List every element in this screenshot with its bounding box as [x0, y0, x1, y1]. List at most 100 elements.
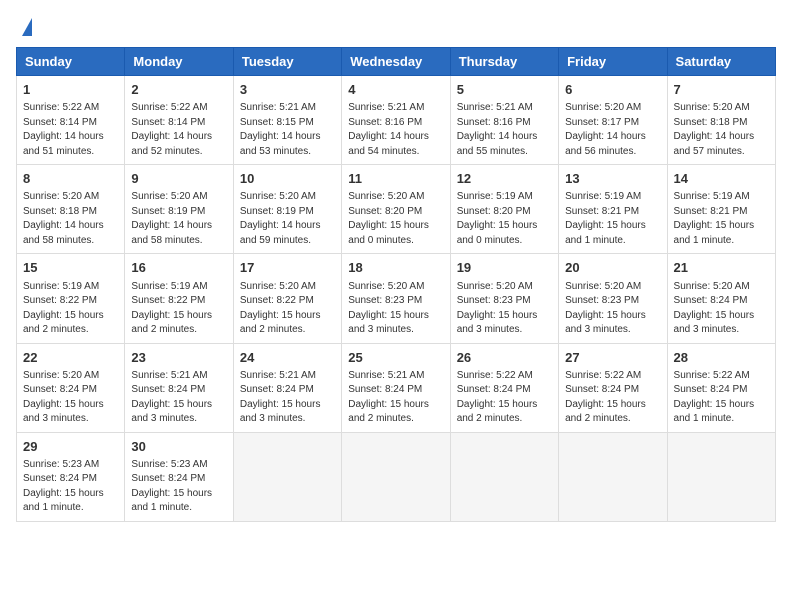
day-number: 21 [674, 259, 769, 277]
day-number: 16 [131, 259, 226, 277]
calendar-cell: 28 Sunrise: 5:22 AMSunset: 8:24 PMDayligh… [667, 343, 775, 432]
day-info: Sunrise: 5:19 AMSunset: 8:22 PMDaylight:… [23, 280, 118, 338]
day-number: 14 [674, 170, 769, 188]
calendar-cell: 20 Sunrise: 5:20 AMSunset: 8:23 PMDayligh… [559, 254, 667, 343]
calendar-cell: 19 Sunrise: 5:20 AMSunset: 8:23 PMDayligh… [450, 254, 558, 343]
day-number: 7 [674, 81, 769, 99]
calendar-cell [233, 432, 341, 521]
calendar-cell: 13Sunrise: 5:19 AMSunset: 8:21 PMDayligh… [559, 165, 667, 254]
day-number: 24 [240, 349, 335, 367]
day-number: 5 [457, 81, 552, 99]
day-number: 8 [23, 170, 118, 188]
day-info: Sunrise: 5:22 AMSunset: 8:24 PMDaylight:… [674, 369, 769, 427]
calendar-cell: 23Sunrise: 5:21 AMSunset: 8:24 PMDayligh… [125, 343, 233, 432]
day-info: Sunrise: 5:23 AMSunset: 8:24 PMDaylight:… [131, 458, 226, 516]
day-number: 10 [240, 170, 335, 188]
calendar-cell: 25 Sunrise: 5:21 AMSunset: 8:24 PMDayligh… [342, 343, 450, 432]
calendar-cell: 4Sunrise: 5:21 AMSunset: 8:16 PMDaylight… [342, 76, 450, 165]
calendar-cell: 8Sunrise: 5:20 AMSunset: 8:18 PMDaylight… [17, 165, 125, 254]
calendar-cell: 30Sunrise: 5:23 AMSunset: 8:24 PMDayligh… [125, 432, 233, 521]
day-info: Sunrise: 5:23 AMSunset: 8:24 PMDaylight:… [23, 458, 118, 516]
calendar-cell: 5 Sunrise: 5:21 AMSunset: 8:16 PMDaylight… [450, 76, 558, 165]
calendar-cell: 11 Sunrise: 5:20 AMSunset: 8:20 PMDayligh… [342, 165, 450, 254]
calendar-table: SundayMondayTuesdayWednesdayThursdayFrid… [16, 47, 776, 522]
day-info: Sunrise: 5:20 AMSunset: 8:23 PMDaylight:… [565, 280, 660, 338]
day-info: Sunrise: 5:20 AMSunset: 8:19 PMDaylight:… [131, 190, 226, 248]
day-number: 6 [565, 81, 660, 99]
column-header-wednesday: Wednesday [342, 48, 450, 76]
day-info: Sunrise: 5:22 AMSunset: 8:24 PMDaylight:… [565, 369, 660, 427]
day-number: 1 [23, 81, 118, 99]
calendar-cell: 26 Sunrise: 5:22 AMSunset: 8:24 PMDayligh… [450, 343, 558, 432]
day-info: Sunrise: 5:22 AMSunset: 8:14 PMDaylight:… [131, 101, 226, 159]
day-number: 19 [457, 259, 552, 277]
column-header-monday: Monday [125, 48, 233, 76]
column-header-sunday: Sunday [17, 48, 125, 76]
column-header-friday: Friday [559, 48, 667, 76]
day-number: 9 [131, 170, 226, 188]
day-info: Sunrise: 5:20 AMSunset: 8:24 PMDaylight:… [23, 369, 118, 427]
day-info: Sunrise: 5:19 AMSunset: 8:21 PMDaylight:… [674, 190, 769, 248]
day-number: 11 [348, 170, 443, 188]
day-info: Sunrise: 5:20 AMSunset: 8:24 PMDaylight:… [674, 280, 769, 338]
column-header-saturday: Saturday [667, 48, 775, 76]
calendar-cell: 7 Sunrise: 5:20 AMSunset: 8:18 PMDaylight… [667, 76, 775, 165]
calendar-cell [559, 432, 667, 521]
calendar-cell: 15 Sunrise: 5:19 AMSunset: 8:22 PMDayligh… [17, 254, 125, 343]
day-number: 28 [674, 349, 769, 367]
calendar-cell: 16Sunrise: 5:19 AMSunset: 8:22 PMDayligh… [125, 254, 233, 343]
calendar-cell [342, 432, 450, 521]
calendar-cell: 3 Sunrise: 5:21 AMSunset: 8:15 PMDaylight… [233, 76, 341, 165]
calendar-week-4: 22Sunrise: 5:20 AMSunset: 8:24 PMDayligh… [17, 343, 776, 432]
day-number: 27 [565, 349, 660, 367]
logo-triangle-icon [22, 18, 32, 36]
day-number: 26 [457, 349, 552, 367]
calendar-cell: 12 Sunrise: 5:19 AMSunset: 8:20 PMDayligh… [450, 165, 558, 254]
day-number: 17 [240, 259, 335, 277]
day-number: 3 [240, 81, 335, 99]
day-info: Sunrise: 5:21 AMSunset: 8:16 PMDaylight:… [457, 101, 552, 159]
calendar-week-3: 15 Sunrise: 5:19 AMSunset: 8:22 PMDayligh… [17, 254, 776, 343]
calendar-week-2: 8Sunrise: 5:20 AMSunset: 8:18 PMDaylight… [17, 165, 776, 254]
day-number: 20 [565, 259, 660, 277]
calendar-cell [450, 432, 558, 521]
day-number: 29 [23, 438, 118, 456]
day-info: Sunrise: 5:21 AMSunset: 8:15 PMDaylight:… [240, 101, 335, 159]
day-info: Sunrise: 5:21 AMSunset: 8:24 PMDaylight:… [348, 369, 443, 427]
day-number: 25 [348, 349, 443, 367]
day-info: Sunrise: 5:20 AMSunset: 8:17 PMDaylight:… [565, 101, 660, 159]
page-header [16, 16, 776, 37]
calendar-cell: 17 Sunrise: 5:20 AMSunset: 8:22 PMDayligh… [233, 254, 341, 343]
column-header-thursday: Thursday [450, 48, 558, 76]
day-info: Sunrise: 5:20 AMSunset: 8:23 PMDaylight:… [348, 280, 443, 338]
calendar-header-row: SundayMondayTuesdayWednesdayThursdayFrid… [17, 48, 776, 76]
day-info: Sunrise: 5:22 AMSunset: 8:24 PMDaylight:… [457, 369, 552, 427]
day-info: Sunrise: 5:21 AMSunset: 8:24 PMDaylight:… [240, 369, 335, 427]
day-info: Sunrise: 5:20 AMSunset: 8:18 PMDaylight:… [674, 101, 769, 159]
calendar-cell: 10Sunrise: 5:20 AMSunset: 8:19 PMDayligh… [233, 165, 341, 254]
day-number: 13 [565, 170, 660, 188]
calendar-cell: 6 Sunrise: 5:20 AMSunset: 8:17 PMDaylight… [559, 76, 667, 165]
calendar-cell: 29 Sunrise: 5:23 AMSunset: 8:24 PMDayligh… [17, 432, 125, 521]
calendar-cell: 14 Sunrise: 5:19 AMSunset: 8:21 PMDayligh… [667, 165, 775, 254]
calendar-cell: 1 Sunrise: 5:22 AMSunset: 8:14 PMDaylight… [17, 76, 125, 165]
calendar-week-1: 1 Sunrise: 5:22 AMSunset: 8:14 PMDaylight… [17, 76, 776, 165]
day-info: Sunrise: 5:20 AMSunset: 8:22 PMDaylight:… [240, 280, 335, 338]
day-info: Sunrise: 5:20 AMSunset: 8:20 PMDaylight:… [348, 190, 443, 248]
calendar-cell: 9 Sunrise: 5:20 AMSunset: 8:19 PMDaylight… [125, 165, 233, 254]
column-header-tuesday: Tuesday [233, 48, 341, 76]
day-info: Sunrise: 5:20 AMSunset: 8:23 PMDaylight:… [457, 280, 552, 338]
day-number: 2 [131, 81, 226, 99]
calendar-cell [667, 432, 775, 521]
day-info: Sunrise: 5:19 AMSunset: 8:20 PMDaylight:… [457, 190, 552, 248]
day-info: Sunrise: 5:22 AMSunset: 8:14 PMDaylight:… [23, 101, 118, 159]
day-number: 15 [23, 259, 118, 277]
calendar-cell: 2 Sunrise: 5:22 AMSunset: 8:14 PMDaylight… [125, 76, 233, 165]
day-number: 12 [457, 170, 552, 188]
calendar-cell: 18Sunrise: 5:20 AMSunset: 8:23 PMDayligh… [342, 254, 450, 343]
calendar-cell: 24 Sunrise: 5:21 AMSunset: 8:24 PMDayligh… [233, 343, 341, 432]
day-number: 4 [348, 81, 443, 99]
day-number: 23 [131, 349, 226, 367]
calendar-cell: 21 Sunrise: 5:20 AMSunset: 8:24 PMDayligh… [667, 254, 775, 343]
calendar-cell: 22Sunrise: 5:20 AMSunset: 8:24 PMDayligh… [17, 343, 125, 432]
